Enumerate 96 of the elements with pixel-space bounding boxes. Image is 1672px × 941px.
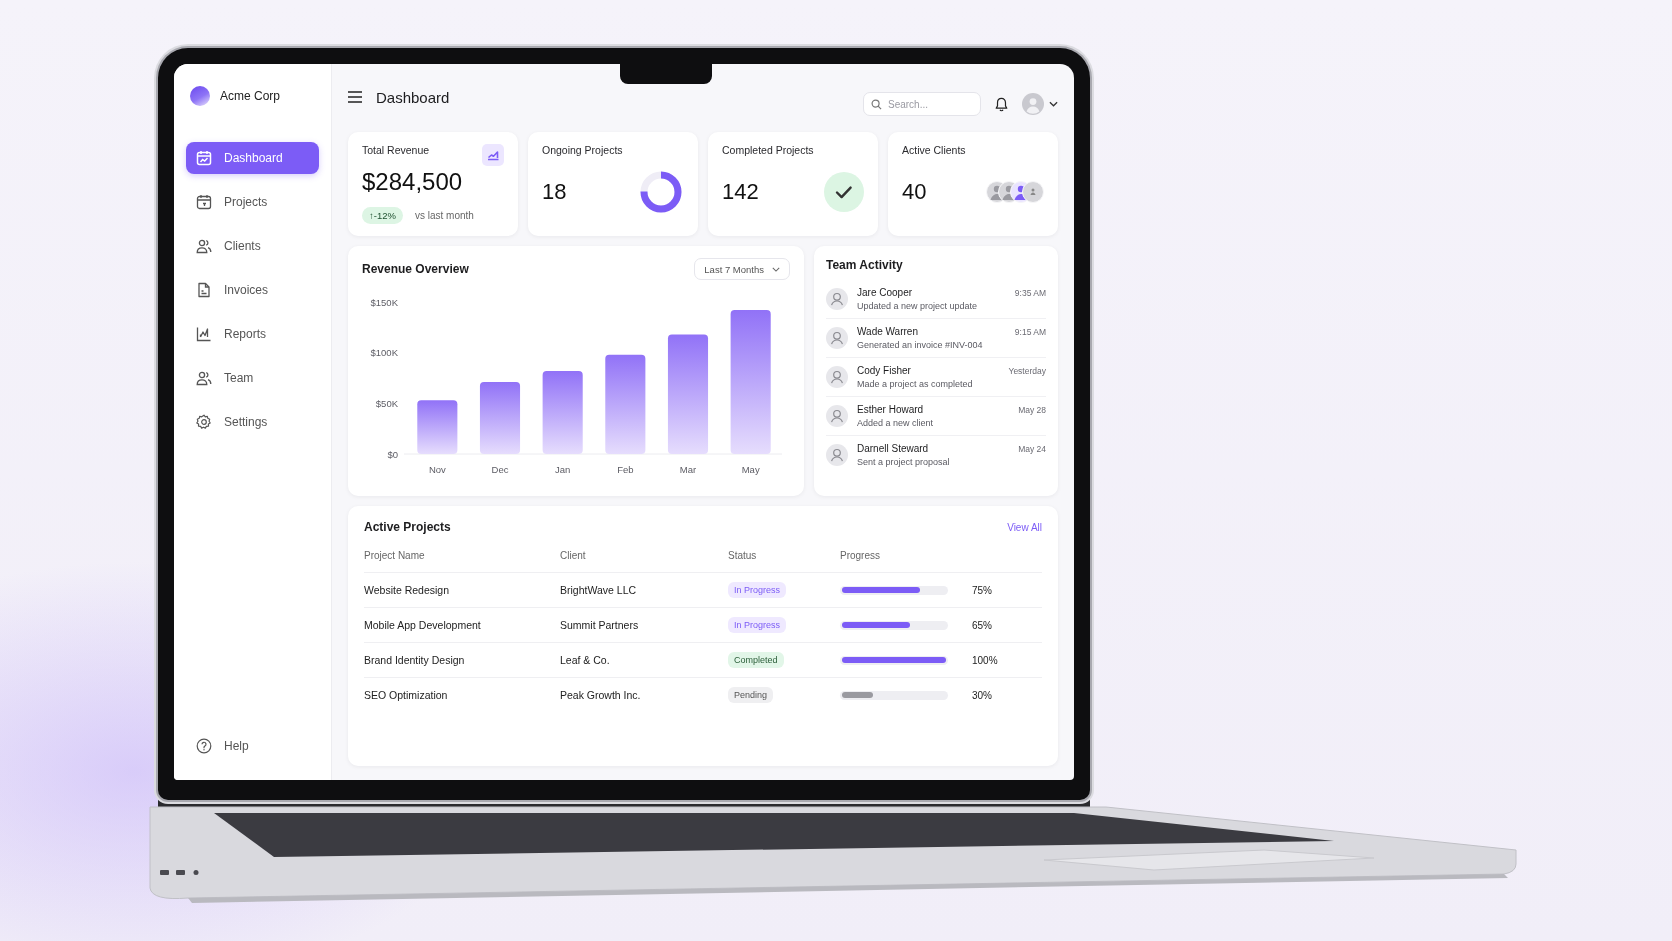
x-axis-label: May	[741, 464, 760, 475]
view-all-link[interactable]: View All	[1007, 521, 1042, 533]
chart-bar	[479, 382, 521, 454]
sidebar-item[interactable]: Invoices	[186, 274, 319, 306]
x-axis-label: Mar	[679, 464, 697, 475]
stat-value: 40	[902, 179, 927, 205]
sidebar-item[interactable]: Clients	[186, 230, 319, 262]
sidebar-item[interactable]: Reports	[186, 318, 319, 350]
activity-text: Added a new client	[857, 418, 935, 428]
activity-time: 9:35 AM	[1014, 288, 1046, 298]
column-header: Status	[728, 549, 758, 561]
client-name: Leaf & Co.	[560, 654, 611, 666]
activity-name: Cody Fisher	[857, 365, 911, 376]
logo-icon	[190, 86, 210, 106]
users-icon	[196, 370, 212, 386]
chevron-down-icon	[1049, 101, 1058, 107]
sidebar-item[interactable]: Dashboard	[186, 142, 319, 174]
x-axis-label: Dec	[491, 464, 509, 475]
avatar-icon	[826, 405, 848, 427]
card-title: Revenue Overview	[362, 262, 469, 276]
trend-chart-icon	[482, 144, 504, 166]
search-field[interactable]: Search...	[863, 92, 981, 116]
users-icon	[196, 238, 212, 254]
x-axis-label: Feb	[617, 464, 634, 475]
settings-icon	[196, 414, 212, 430]
status-badge: Completed	[728, 652, 784, 668]
avatar-icon	[826, 444, 848, 466]
status-badge: Pending	[728, 687, 774, 703]
document-icon	[196, 282, 212, 298]
progress-percent: 65%	[972, 619, 992, 631]
y-axis-label: $100K	[370, 347, 398, 359]
client-name: Peak Growth Inc.	[560, 689, 642, 701]
stat-label: Ongoing Projects	[542, 144, 624, 156]
activity-name: Jare Cooper	[857, 287, 913, 298]
range-dropdown[interactable]: Last 7 Months	[694, 258, 790, 280]
brand-name: Acme Corp	[220, 89, 281, 103]
help-icon	[196, 738, 212, 754]
stat-label: Active Clients	[902, 144, 967, 156]
y-axis-label: $0	[387, 448, 398, 460]
stat-value: 18	[542, 179, 567, 205]
activity-time: 9:15 AM	[1014, 327, 1046, 337]
bell-icon[interactable]	[995, 96, 1008, 112]
project-name: SEO Optimization	[364, 689, 449, 701]
help-link[interactable]: Help	[186, 730, 319, 762]
stat-value: 142	[722, 179, 759, 205]
check-circle-icon	[824, 172, 864, 212]
status-badge: In Progress	[728, 617, 787, 633]
progress-percent: 75%	[972, 584, 992, 596]
project-name: Mobile App Development	[364, 619, 482, 631]
activity-time: May 28	[1018, 405, 1046, 415]
sidebar-item[interactable]: Settings	[186, 406, 319, 438]
sidebar-item[interactable]: Team	[186, 362, 319, 394]
y-axis-label: $150K	[370, 296, 398, 308]
calendar-chart-icon	[196, 150, 212, 166]
progress-percent: 100%	[972, 654, 998, 666]
avatar-icon	[826, 288, 848, 310]
status-badge: In Progress	[728, 582, 787, 598]
x-axis-label: Nov	[428, 464, 446, 475]
comparison-note: vs last month	[414, 210, 474, 221]
avatar-group-icon	[986, 181, 1044, 203]
activity-name: Darnell Steward	[857, 443, 929, 454]
column-header: Project Name	[364, 549, 426, 561]
chart-bar	[417, 400, 458, 454]
stat-value: $284,500	[362, 168, 464, 196]
search-icon	[871, 98, 882, 110]
change-badge: ↑-12%	[362, 207, 403, 224]
activity-time: Yesterday	[1008, 366, 1046, 376]
client-name: BrightWave LLC	[560, 584, 638, 596]
y-axis-label: $50K	[375, 397, 398, 409]
progress-percent: 30%	[972, 689, 992, 701]
x-axis-label: Jan	[555, 464, 571, 475]
column-header: Progress	[840, 549, 881, 561]
client-name: Summit Partners	[560, 619, 640, 631]
activity-text: Made a project as completed	[857, 379, 974, 389]
sidebar-item[interactable]: Projects	[186, 186, 319, 218]
activity-time: May 24	[1018, 444, 1046, 454]
activity-text: Generated an invoice #INV-004	[857, 340, 984, 350]
card-title: Team Activity	[826, 258, 904, 272]
activity-text: Sent a project proposal	[857, 457, 951, 467]
page-title: Dashboard	[376, 88, 450, 106]
chevron-down-icon	[772, 266, 780, 272]
stat-label: Total Revenue	[362, 144, 430, 156]
avatar-icon	[826, 327, 848, 349]
chart-icon	[196, 326, 212, 342]
project-name: Brand Identity Design	[364, 654, 466, 666]
project-name: Website Redesign	[364, 584, 451, 596]
avatar-icon	[1022, 93, 1044, 115]
activity-name: Wade Warren	[857, 326, 918, 337]
calendar-icon	[196, 194, 212, 210]
activity-text: Updated a new project update	[857, 301, 979, 311]
menu-icon[interactable]	[348, 91, 362, 103]
card-title: Active Projects	[364, 520, 451, 534]
stat-label: Completed Projects	[722, 144, 815, 156]
column-header: Client	[560, 549, 587, 561]
avatar-icon	[826, 366, 848, 388]
activity-name: Esther Howard	[857, 404, 924, 415]
